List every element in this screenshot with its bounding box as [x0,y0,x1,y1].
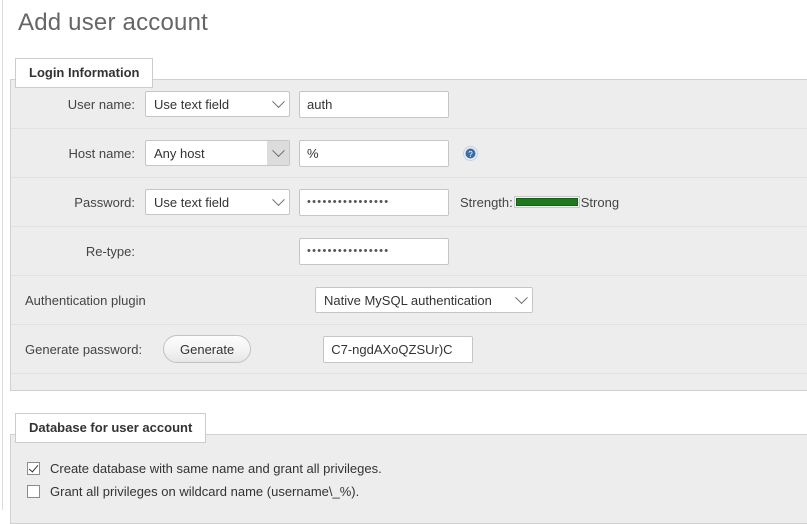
row-auth-plugin: Authentication plugin Native MySQL authe… [11,276,807,325]
password-strength: Strength: Strong [460,195,619,210]
password-strength-meter [513,196,580,208]
generate-password-label: Generate password: [25,341,143,357]
username-input-value: auth [307,96,333,112]
username-mode-select[interactable]: Use text field [145,91,290,117]
username-label: User name: [67,96,135,112]
chevron-down-icon [510,288,532,312]
username-mode-value: Use text field [154,96,230,112]
login-information-fieldset: Login Information User name: Use text fi… [10,58,807,391]
login-information-legend: Login Information [15,58,154,88]
password-mode-select[interactable]: Use text field [145,189,290,215]
chevron-down-icon [267,92,289,116]
hostname-input[interactable]: % [299,139,449,167]
retype-input[interactable]: •••••••••••••••• [299,237,449,265]
database-for-user-account-fieldset: Database for user account Create databas… [10,413,807,524]
hostname-mode-value: Any host [154,145,205,161]
checkbox-wildcard-privileges-label: Grant all privileges on wildcard name (u… [50,484,360,499]
database-options-list: Create database with same name and grant… [11,435,807,499]
hostname-label: Host name: [68,145,135,161]
password-strength-meter-fill [515,198,578,206]
row-hostname: Host name: Any host % ? [11,129,807,178]
generated-password-input[interactable]: C7-ngdAXoQZSUr)C [323,335,474,363]
checkbox-create-database-label: Create database with same name and grant… [50,461,382,476]
password-label: Password: [74,194,135,210]
chevron-down-icon [267,190,289,214]
row-password: Password: Use text field •••••••••••••••… [11,178,807,227]
checkbox-wildcard-privileges[interactable] [27,485,40,498]
row-retype: Re-type: •••••••••••••••• [11,227,807,276]
checkbox-create-database[interactable] [27,462,40,475]
hostname-mode-select[interactable]: Any host [145,140,290,166]
help-circle-icon[interactable]: ? [463,145,478,161]
row-generate-password: Generate password: Generate C7-ngdAXoQZS… [11,325,807,374]
password-mode-value: Use text field [154,194,230,210]
auth-plugin-select[interactable]: Native MySQL authentication [315,287,533,313]
auth-plugin-label: Authentication plugin [25,292,146,308]
checkbox-wildcard-privileges-row[interactable]: Grant all privileges on wildcard name (u… [27,484,807,499]
page-left-rule [2,0,3,510]
generated-password-value: C7-ngdAXoQZSUr)C [331,341,453,357]
password-strength-label: Strength: [460,194,513,210]
password-strength-value: Strong [580,194,620,210]
database-for-user-account-legend: Database for user account [15,413,207,443]
retype-input-value: •••••••••••••••• [307,245,390,257]
retype-label: Re-type: [85,243,135,259]
svg-text:?: ? [468,150,473,159]
chevron-down-icon [267,141,289,165]
password-input[interactable]: •••••••••••••••• [299,188,449,216]
page-title: Add user account [18,9,208,36]
password-input-value: •••••••••••••••• [307,196,390,208]
checkbox-create-database-row[interactable]: Create database with same name and grant… [27,461,807,476]
auth-plugin-value: Native MySQL authentication [324,292,492,308]
generate-button[interactable]: Generate [163,335,252,363]
hostname-input-value: % [307,145,319,161]
username-input[interactable]: auth [299,90,449,118]
